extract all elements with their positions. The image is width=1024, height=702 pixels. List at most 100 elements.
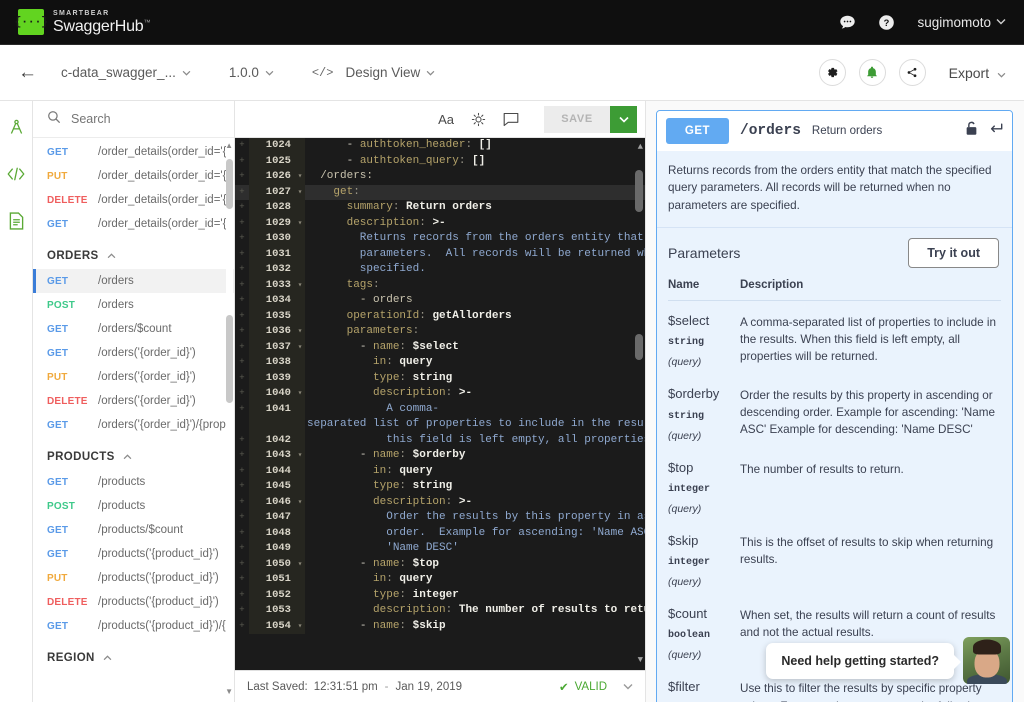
sidebar-search[interactable] (33, 101, 234, 138)
add-line-icon[interactable]: + (235, 355, 249, 371)
save-button-group[interactable]: SAVE (544, 105, 637, 133)
code-line[interactable]: +1030 Returns records from the orders en… (235, 231, 645, 247)
endpoint-group-header[interactable]: PRODUCTS (33, 437, 234, 470)
code-line[interactable]: +1042 this field is left empty, all prop… (235, 432, 645, 449)
notifications-button[interactable] (858, 59, 886, 86)
code-line[interactable]: +1053 description: The number of results… (235, 603, 645, 619)
fold-toggle-icon[interactable] (295, 308, 305, 324)
fold-toggle-icon[interactable] (295, 463, 305, 479)
code-line[interactable]: +1026 ▾ /orders: (235, 169, 645, 185)
endpoint-row[interactable]: DELETE/order_details(order_id='{ (33, 188, 234, 212)
fold-toggle-icon[interactable]: ▾ (295, 494, 305, 510)
add-line-icon[interactable]: + (235, 262, 249, 278)
add-line-icon[interactable]: + (235, 464, 249, 480)
fold-toggle-icon[interactable] (295, 541, 305, 557)
code-line[interactable]: +1047 Order the results by this property… (235, 510, 645, 526)
fold-toggle-icon[interactable] (295, 153, 305, 169)
add-line-icon[interactable]: + (235, 619, 249, 635)
search-input[interactable] (71, 112, 220, 126)
code-line[interactable]: +1038 in: query (235, 355, 645, 371)
swaggerhub-logo[interactable]: {···} SMARTBEAR SwaggerHub™ (14, 9, 151, 35)
add-line-icon[interactable]: + (235, 433, 249, 449)
font-size-icon[interactable]: Aa (438, 112, 454, 127)
unlock-icon[interactable] (965, 121, 978, 141)
fold-toggle-icon[interactable] (295, 587, 305, 603)
add-line-icon[interactable]: + (235, 479, 249, 495)
code-line[interactable]: +1029 ▾ description: >- (235, 215, 645, 232)
editor-scroll-up-icon[interactable]: ▲ (638, 140, 643, 156)
add-line-icon[interactable]: + (235, 603, 249, 619)
support-chat-widget[interactable]: Need help getting started? (766, 637, 1010, 684)
endpoint-row[interactable]: GET/order_details(order_id='{ (33, 140, 234, 164)
operation-header[interactable]: GET /orders Return orders (657, 111, 1012, 151)
code-line[interactable]: +1054 ▾ - name: $skip (235, 618, 645, 635)
scroll-up-arrow-icon[interactable]: ▲ (225, 141, 233, 150)
code-line[interactable]: +1039 type: string (235, 370, 645, 387)
fold-toggle-icon[interactable]: ▾ (295, 324, 305, 340)
endpoint-row[interactable]: GET/order_details(order_id='{ (33, 212, 234, 236)
code-line[interactable]: +1036 ▾ parameters: (235, 324, 645, 340)
add-line-icon[interactable]: + (235, 324, 249, 340)
endpoint-row[interactable]: DELETE/orders('{order_id}') (33, 389, 234, 413)
editor-scroll-down-icon[interactable]: ▼ (638, 653, 643, 669)
code-line[interactable]: +1049 'Name DESC' (235, 541, 645, 557)
code-line[interactable]: +1034 - orders (235, 293, 645, 309)
fold-toggle-icon[interactable]: ▾ (295, 184, 305, 200)
settings-button[interactable] (818, 59, 846, 86)
editor-scrollbar[interactable] (635, 142, 643, 656)
endpoint-row[interactable]: GET/orders('{order_id}')/{prop (33, 413, 234, 437)
fold-toggle-icon[interactable] (295, 231, 305, 247)
endpoint-row[interactable]: PUT/products('{product_id}') (33, 566, 234, 590)
fold-toggle-icon[interactable] (295, 525, 305, 541)
endpoint-row[interactable]: DELETE/products('{product_id}') (33, 590, 234, 614)
add-line-icon[interactable]: + (235, 169, 249, 185)
code-line[interactable]: +1046 ▾ description: >- (235, 494, 645, 510)
code-line[interactable]: +1040 ▾ description: >- (235, 386, 645, 402)
fold-toggle-icon[interactable]: ▾ (295, 386, 305, 402)
fold-toggle-icon[interactable]: ▾ (295, 448, 305, 464)
fold-toggle-icon[interactable] (295, 370, 305, 386)
fold-toggle-icon[interactable] (295, 355, 305, 371)
user-menu[interactable]: sugimomoto (917, 15, 1006, 30)
add-line-icon[interactable]: + (235, 340, 249, 356)
code-icon[interactable] (7, 166, 25, 182)
add-line-icon[interactable]: + (235, 371, 249, 387)
code-line[interactable]: +1043 ▾ - name: $orderby (235, 448, 645, 464)
sidebar-scrollbar[interactable] (226, 149, 233, 682)
add-line-icon[interactable]: + (235, 402, 249, 433)
code-line[interactable]: +1032 specified. (235, 262, 645, 278)
code-line[interactable]: +1051 in: query (235, 572, 645, 588)
save-options-caret[interactable] (610, 105, 637, 133)
endpoints-list[interactable]: GET/order_details(order_id='{PUT/order_d… (33, 138, 234, 702)
add-line-icon[interactable]: + (235, 278, 249, 294)
code-line[interactable]: +1045 type: string (235, 479, 645, 495)
code-line[interactable]: +1050 ▾ - name: $top (235, 556, 645, 572)
docs-icon[interactable] (9, 212, 24, 230)
endpoint-row[interactable]: POST/products (33, 494, 234, 518)
add-line-icon[interactable]: + (235, 138, 249, 154)
add-line-icon[interactable]: + (235, 386, 249, 402)
endpoint-group-header[interactable]: REGION (33, 638, 234, 671)
fold-toggle-icon[interactable]: ▾ (295, 339, 305, 355)
endpoint-row[interactable]: GET/products('{product_id}') (33, 542, 234, 566)
add-line-icon[interactable]: + (235, 541, 249, 557)
fold-toggle-icon[interactable] (295, 479, 305, 495)
add-line-icon[interactable]: + (235, 293, 249, 309)
fold-toggle-icon[interactable] (295, 293, 305, 309)
code-line[interactable]: +1027 ▾ get: (235, 184, 645, 201)
add-line-icon[interactable]: + (235, 216, 249, 232)
fold-toggle-icon[interactable] (295, 510, 305, 526)
design-icon[interactable] (8, 119, 25, 136)
add-line-icon[interactable]: + (235, 448, 249, 464)
fold-toggle-icon[interactable]: ▾ (295, 169, 305, 185)
endpoint-group-header[interactable]: ORDERS (33, 236, 234, 269)
endpoint-row[interactable]: GET/products (33, 470, 234, 494)
add-line-icon[interactable]: + (235, 185, 249, 201)
code-line[interactable]: +1037 ▾ - name: $select (235, 339, 645, 356)
support-agent-avatar[interactable] (963, 637, 1010, 684)
endpoint-row[interactable]: GET/orders (33, 269, 234, 293)
add-line-icon[interactable]: + (235, 231, 249, 247)
add-line-icon[interactable]: + (235, 247, 249, 263)
back-arrow-icon[interactable]: ← (18, 62, 37, 84)
endpoint-row[interactable]: GET/orders/$count (33, 317, 234, 341)
